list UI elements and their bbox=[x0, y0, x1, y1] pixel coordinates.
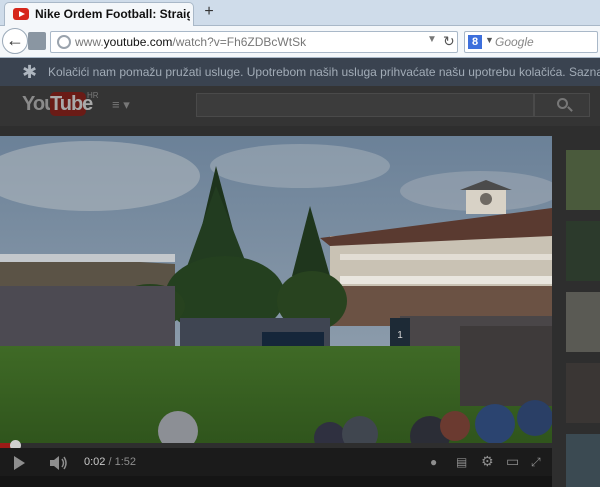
url-history-chevron-icon[interactable]: ▼ bbox=[427, 34, 437, 45]
back-button[interactable]: ← bbox=[2, 28, 28, 54]
new-tab-button[interactable]: + bbox=[200, 3, 218, 21]
billboard-number: 1 bbox=[397, 330, 403, 341]
settings-gear-icon[interactable]: ⚙ bbox=[481, 453, 494, 470]
play-icon[interactable] bbox=[14, 456, 25, 470]
tab-title: Nike Ordem Football: Straight ... bbox=[35, 7, 190, 21]
youtube-page: ✱ Kolačići nam pomažu pružati usluge. Up… bbox=[0, 58, 600, 487]
cookie-banner: ✱ Kolačići nam pomažu pružati usluge. Up… bbox=[0, 58, 600, 86]
url-text: www.youtube.com/watch?v=Fh6ZDBcWtSk bbox=[75, 35, 307, 49]
volume-icon[interactable] bbox=[50, 456, 68, 470]
search-placeholder: Google bbox=[495, 35, 534, 49]
google-icon[interactable]: 8 bbox=[468, 35, 482, 49]
guide-menu-icon[interactable]: ≡ ▾ bbox=[112, 97, 130, 113]
identity-icon[interactable] bbox=[28, 32, 46, 50]
search-button[interactable] bbox=[534, 93, 590, 117]
cookie-banner-text: Kolačići nam pomažu pružati usluge. Upot… bbox=[48, 65, 600, 79]
region-label: HR bbox=[87, 91, 99, 100]
search-input[interactable] bbox=[196, 93, 534, 117]
youtube-favicon-icon bbox=[13, 8, 29, 20]
related-video-thumbnail[interactable] bbox=[566, 292, 600, 352]
player-bottom-edge bbox=[0, 476, 552, 487]
browser-tab[interactable]: Nike Ordem Football: Straight ... bbox=[4, 2, 194, 26]
captions-icon[interactable]: ▤ bbox=[456, 455, 467, 469]
masthead: You Tube HR ≡ ▾ bbox=[0, 86, 600, 126]
annotations-icon[interactable]: ● bbox=[430, 455, 437, 469]
theater-icon[interactable]: ▭ bbox=[506, 453, 519, 470]
reload-icon[interactable]: ↻ bbox=[443, 33, 455, 50]
tab-strip: Nike Ordem Football: Straight ... + bbox=[0, 0, 600, 26]
related-video-thumbnail[interactable] bbox=[566, 221, 600, 281]
search-engine-chevron-icon[interactable]: ▼ bbox=[485, 35, 494, 45]
search-icon bbox=[557, 98, 568, 109]
address-bar[interactable]: www.youtube.com/watch?v=Fh6ZDBcWtSk ▼ ↻ bbox=[50, 31, 458, 53]
fullscreen-icon[interactable]: ⤢ bbox=[531, 455, 541, 470]
related-video-thumbnail[interactable] bbox=[566, 434, 600, 487]
navigation-bar: ← www.youtube.com/watch?v=Fh6ZDBcWtSk ▼ … bbox=[0, 26, 600, 58]
related-video-thumbnail[interactable] bbox=[566, 363, 600, 423]
video-player[interactable]: 1 0:02 / 1:52 ● ▤ ⚙ ▭ ⤢ bbox=[0, 136, 552, 487]
time-display: 0:02 / 1:52 bbox=[84, 456, 137, 468]
cookie-star-icon: ✱ bbox=[22, 62, 38, 82]
globe-icon bbox=[57, 35, 71, 49]
player-controls: 0:02 / 1:52 ● ▤ ⚙ ▭ ⤢ bbox=[0, 448, 552, 476]
related-video-thumbnail[interactable] bbox=[566, 150, 600, 210]
video-frame: 1 bbox=[0, 136, 552, 446]
browser-search-box[interactable]: 8 ▼ Google bbox=[464, 31, 598, 53]
logo-tube[interactable]: Tube bbox=[50, 92, 93, 116]
back-arrow-icon: ← bbox=[6, 30, 24, 50]
